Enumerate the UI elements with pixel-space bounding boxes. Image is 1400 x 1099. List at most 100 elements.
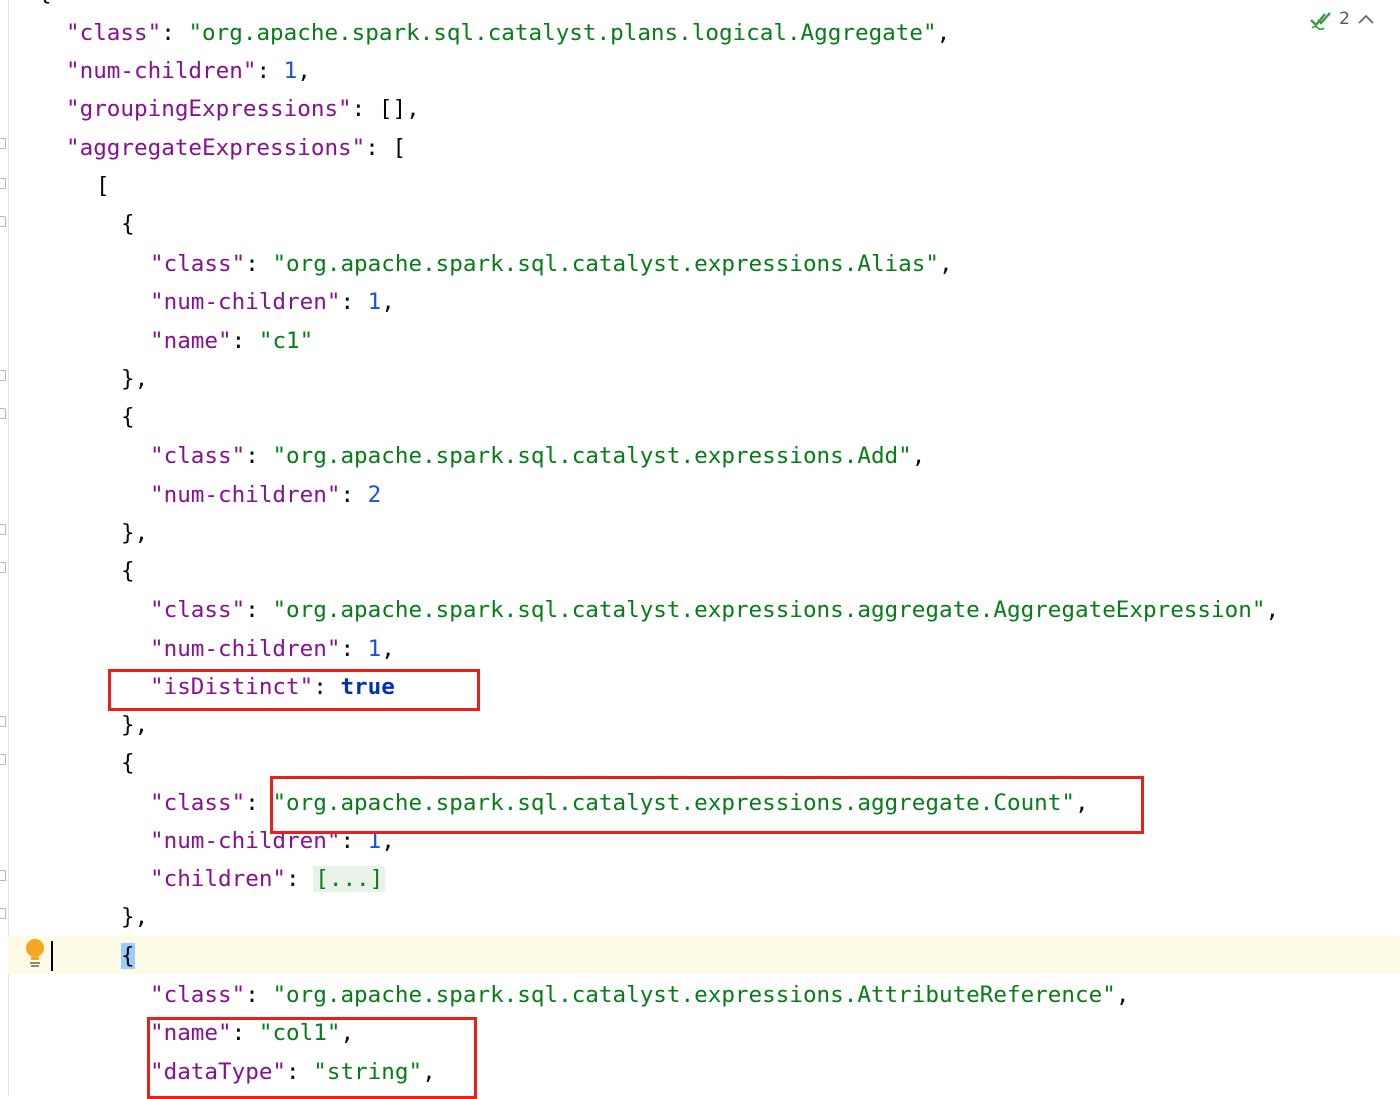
fold-marker[interactable]	[0, 870, 7, 884]
json-punctuation: ,	[381, 289, 395, 315]
json-key: "class"	[150, 443, 246, 469]
folded-region-placeholder[interactable]: [...]	[313, 866, 386, 892]
json-punctuation: :	[365, 135, 393, 161]
code-line: {	[121, 205, 135, 243]
code-line: },	[121, 706, 148, 744]
json-key: "num-children"	[150, 289, 341, 315]
json-punctuation: :	[256, 58, 284, 84]
top-brace: {	[38, 0, 52, 12]
json-bracket: {	[121, 404, 135, 430]
code-line: "groupingExpressions": [],	[66, 90, 420, 128]
code-editor[interactable]: { 2 "class": "org.apache.spark.sql.catal…	[0, 0, 1400, 1099]
fold-marker[interactable]	[0, 138, 7, 152]
json-bracket: {	[121, 943, 135, 969]
json-string-value: "org.apache.spark.sql.catalyst.expressio…	[272, 251, 939, 277]
inspection-widget[interactable]: 2	[1309, 8, 1376, 30]
fold-marker[interactable]	[0, 216, 7, 230]
code-line: {	[121, 937, 135, 975]
code-line: "name": "c1"	[150, 322, 313, 360]
json-bracket: },	[121, 712, 149, 738]
json-key: "name"	[150, 328, 232, 354]
code-line: {	[121, 552, 135, 590]
lightbulb-icon[interactable]	[24, 938, 46, 968]
code-line: },	[121, 898, 148, 936]
json-punctuation: :	[245, 443, 273, 469]
json-key: "num-children"	[150, 482, 341, 508]
json-punctuation: :	[231, 328, 259, 354]
code-line: "num-children": 1,	[66, 52, 311, 90]
code-line: "class": "org.apache.spark.sql.catalyst.…	[150, 245, 953, 283]
json-key: "class"	[150, 597, 246, 623]
json-punctuation: :	[351, 96, 379, 122]
json-bracket: []	[378, 96, 407, 122]
text-cursor	[51, 941, 53, 971]
editor-gutter	[0, 0, 9, 1096]
json-bracket: },	[121, 520, 149, 546]
json-punctuation: ,	[406, 96, 420, 122]
code-line: "aggregateExpressions": [	[66, 129, 406, 167]
json-punctuation: :	[340, 636, 368, 662]
fold-marker[interactable]	[0, 754, 7, 768]
json-punctuation: :	[161, 20, 189, 46]
fold-marker[interactable]	[0, 716, 7, 730]
json-bracket: {	[121, 558, 135, 584]
fold-marker[interactable]	[0, 370, 7, 384]
json-bracket: [	[96, 173, 110, 199]
json-punctuation: :	[245, 597, 273, 623]
code-line: "children": [...]	[150, 860, 386, 898]
code-line: "class": "org.apache.spark.sql.catalyst.…	[150, 437, 925, 475]
code-line: "class": "org.apache.spark.sql.catalyst.…	[66, 14, 950, 52]
json-punctuation: ,	[297, 58, 311, 84]
json-number-value: 1	[283, 58, 298, 84]
json-punctuation: :	[245, 790, 273, 816]
json-punctuation: :	[286, 866, 314, 892]
code-line: "class": "org.apache.spark.sql.catalyst.…	[150, 591, 1279, 629]
code-line: },	[121, 514, 148, 552]
json-string-value: "org.apache.spark.sql.catalyst.expressio…	[272, 982, 1116, 1008]
json-string-value: "org.apache.spark.sql.catalyst.expressio…	[272, 443, 912, 469]
json-key: "aggregateExpressions"	[66, 135, 366, 161]
json-punctuation: :	[340, 482, 368, 508]
json-key: "class"	[66, 20, 162, 46]
fold-marker[interactable]	[0, 408, 7, 422]
fold-marker[interactable]	[0, 562, 7, 576]
json-key: "class"	[150, 251, 246, 277]
json-punctuation: :	[245, 251, 273, 277]
json-key: "class"	[150, 790, 246, 816]
json-key: "groupingExpressions"	[66, 96, 352, 122]
json-punctuation: ,	[936, 20, 951, 46]
json-bracket: {	[121, 211, 135, 237]
json-bracket: },	[121, 366, 149, 392]
code-line: "class": "org.apache.spark.sql.catalyst.…	[150, 976, 1129, 1014]
current-line-highlight	[8, 936, 1400, 974]
code-line: "num-children": 2	[150, 476, 381, 514]
json-punctuation: ,	[1265, 597, 1280, 623]
json-punctuation: :	[245, 982, 273, 1008]
code-line: "num-children": 1,	[150, 283, 395, 321]
chevron-up-icon[interactable]	[1356, 12, 1376, 26]
json-bracket: {	[121, 750, 135, 776]
json-key: "num-children"	[66, 58, 257, 84]
json-key: "children"	[150, 866, 287, 892]
fold-marker[interactable]	[0, 908, 7, 922]
code-line: "num-children": 1,	[150, 630, 395, 668]
code-line: {	[121, 744, 135, 782]
json-punctuation: ,	[911, 443, 926, 469]
code-line: },	[121, 360, 148, 398]
json-punctuation: ,	[381, 636, 395, 662]
fold-marker[interactable]	[0, 178, 7, 192]
json-key: "class"	[150, 982, 246, 1008]
json-number-value: 2	[367, 482, 382, 508]
json-punctuation: :	[340, 289, 368, 315]
highlight-box-count-class	[270, 776, 1144, 834]
json-string-value: "c1"	[258, 328, 314, 354]
highlight-box-name-datatype	[147, 1017, 477, 1099]
json-number-value: 1	[367, 636, 382, 662]
double-check-icon[interactable]	[1309, 8, 1333, 30]
fold-marker[interactable]	[0, 524, 7, 538]
json-key: "num-children"	[150, 636, 341, 662]
json-number-value: 1	[367, 289, 382, 315]
inspection-count: 2	[1339, 9, 1350, 29]
highlight-box-isdistinct	[108, 669, 480, 711]
json-punctuation: ,	[1115, 982, 1130, 1008]
